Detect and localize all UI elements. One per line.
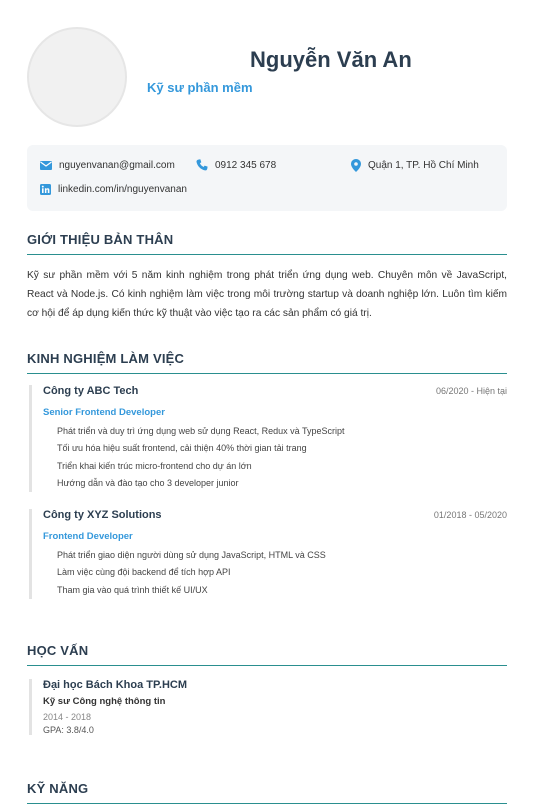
contact-email[interactable]: nguyenvanan@gmail.com <box>40 160 175 171</box>
summary-text: Kỹ sư phần mềm với 5 năm kinh nghiệm tro… <box>27 270 507 319</box>
job-period: 06/2020 - Hiện tại <box>435 386 507 396</box>
duty-item: Làm việc cùng đội backend để tích hợp AP… <box>57 567 231 578</box>
phone-text: 0912 345 678 <box>215 159 277 171</box>
job-title: Kỹ sư phần mềm <box>147 80 253 95</box>
section-title-skills: KỸ NĂNG <box>27 781 507 804</box>
address-text: Quận 1, TP. Hồ Chí Minh <box>368 160 479 171</box>
envelope-icon <box>40 161 52 170</box>
education-entry: Đại học Bách Khoa TP.HCM Kỹ sư Công nghệ… <box>29 679 507 735</box>
company-name: Công ty XYZ Solutions <box>43 509 162 521</box>
linkedin-text: linkedin.com/in/nguyenvanan <box>58 184 187 195</box>
job-period: 01/2018 - 05/2020 <box>433 510 507 520</box>
duty-item: Triển khai kiến trúc micro-frontend cho … <box>57 460 252 471</box>
education-years: 2014 - 2018 <box>43 712 92 722</box>
job-entry: Công ty ABC Tech 06/2020 - Hiện tại Seni… <box>29 385 507 493</box>
phone-icon <box>196 159 208 171</box>
job-position: Senior Frontend Developer <box>43 407 165 418</box>
contact-address: Quận 1, TP. Hồ Chí Minh <box>351 159 479 172</box>
gpa-text: GPA: 3.8/4.0 <box>43 725 94 735</box>
contact-linkedin[interactable]: linkedin.com/in/nguyenvanan <box>40 184 187 195</box>
duty-item: Tham gia vào quá trình thiết kế UI/UX <box>57 584 208 595</box>
degree-name: Kỹ sư Công nghệ thông tin <box>43 696 166 707</box>
linkedin-icon <box>40 184 51 195</box>
section-title-experience: KINH NGHIỆM LÀM VIỆC <box>27 351 507 374</box>
job-entry: Công ty XYZ Solutions 01/2018 - 05/2020 … <box>29 509 507 599</box>
contact-phone[interactable]: 0912 345 678 <box>196 159 276 171</box>
avatar <box>27 27 127 127</box>
section-title-education: HỌC VẤN <box>27 643 507 666</box>
duty-item: Hướng dẫn và đào tạo cho 3 developer jun… <box>57 477 239 488</box>
duty-item: Tối ưu hóa hiệu suất frontend, cải thiện… <box>57 443 307 454</box>
duty-list: Phát triển giao diện người dùng sử dụng … <box>43 547 507 599</box>
email-text: nguyenvanan@gmail.com <box>59 160 175 171</box>
company-name: Công ty ABC Tech <box>43 385 139 397</box>
section-title-summary: GIỚI THIỆU BẢN THÂN <box>27 232 507 255</box>
job-position: Frontend Developer <box>43 531 133 542</box>
map-marker-icon <box>351 159 361 172</box>
person-name: Nguyễn Văn An <box>250 47 412 72</box>
duty-item: Phát triển và duy trì ứng dụng web sử dụ… <box>57 426 345 436</box>
duty-item: Phát triển giao diện người dùng sử dụng … <box>57 550 326 560</box>
duty-list: Phát triển và duy trì ứng dụng web sử dụ… <box>43 423 507 492</box>
contact-box: nguyenvanan@gmail.com 0912 345 678 Quận … <box>27 145 507 211</box>
school-name: Đại học Bách Khoa TP.HCM <box>43 679 188 691</box>
